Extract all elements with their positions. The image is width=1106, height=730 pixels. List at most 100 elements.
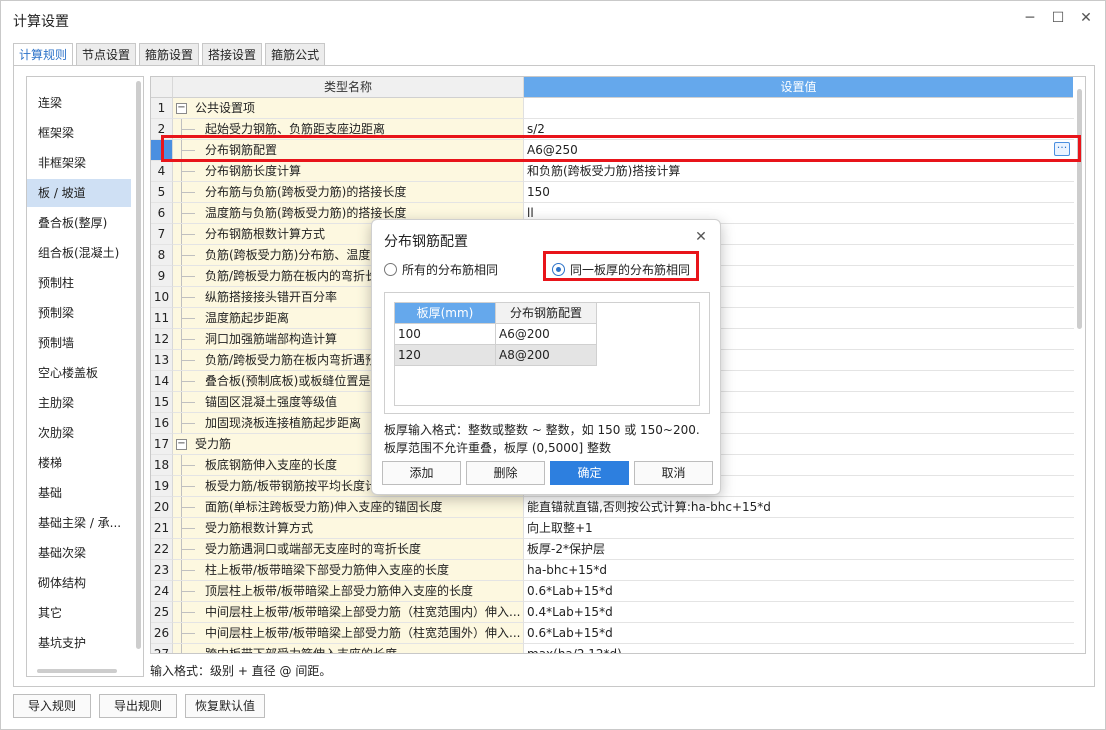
table-row[interactable]: 20 面筋(单标注跨板受力筋)伸入支座的锚固长度 能直锚就直锚,否则按公式计算:ha… — [151, 497, 1074, 518]
setting-value-cell[interactable]: 能直锚就直锚,否则按公式计算:ha-bhc+15*d — [524, 497, 1074, 518]
table-row[interactable]: 21 受力筋根数计算方式 向上取整+1 — [151, 518, 1074, 539]
table-row[interactable]: 1− 公共设置项 — [151, 98, 1074, 119]
radio-all-same-label: 所有的分布筋相同 — [402, 262, 499, 277]
list-item[interactable]: 叠合板(整厚) — [27, 209, 131, 237]
tab-node-settings[interactable]: 节点设置 — [76, 43, 137, 66]
list-item[interactable]: 基坑支护 — [27, 629, 131, 657]
row-number: 1 — [151, 98, 173, 119]
tab-stirrup-settings[interactable]: 箍筋设置 — [139, 43, 200, 66]
setting-value-text: ll — [527, 206, 534, 220]
list-item[interactable]: 板 / 坡道 — [27, 179, 131, 207]
component-list: 连梁 框架梁 非框架梁板 / 坡道 叠合板(整厚) 组合板(混凝土) 预制柱 预制梁 预制墙空… — [26, 76, 144, 677]
radio-all-same-circle[interactable] — [384, 262, 397, 276]
tree-branch — [181, 591, 195, 592]
type-name-text: 温度筋起步距离 — [205, 311, 290, 325]
tree-branch — [181, 633, 195, 634]
setting-value-cell[interactable]: A6@250 ··· — [524, 140, 1074, 161]
type-name-text: 负筋(跨板受力筋)分布筋、温度筋 — [205, 248, 383, 262]
close-icon[interactable]: ✕ — [1073, 7, 1099, 29]
setting-value-cell[interactable]: 0.4*Lab+15*d — [524, 602, 1074, 623]
setting-value-cell[interactable]: 和负筋(跨板受力筋)搭接计算 — [524, 161, 1074, 182]
list-item[interactable]: 基础次梁 — [27, 539, 131, 567]
thickness-cell[interactable]: 100 — [395, 324, 496, 345]
type-name-text: 受力筋遇洞口或端部无支座时的弯折长度 — [205, 542, 422, 556]
config-cell[interactable]: A8@200 — [496, 345, 597, 366]
table-row[interactable]: 22 受力筋遇洞口或端部无支座时的弯折长度 板厚-2*保护层 — [151, 539, 1074, 560]
dialog-close-icon[interactable]: ✕ — [692, 228, 710, 246]
setting-value-cell[interactable]: ha-bhc+15*d — [524, 560, 1074, 581]
tree-branch — [181, 423, 195, 424]
settings-window: 计算设置 ─ ☐ ✕ 计算规则 节点设置 箍筋设置 搭接设置 箍筋公式 连梁 框架… — [0, 0, 1106, 730]
list-item[interactable]: 砌体结构 — [27, 569, 131, 597]
type-name-text: 中间层柱上板带/板带暗梁上部受力筋（柱宽范围外）伸入... — [205, 626, 521, 640]
tree-branch — [181, 507, 195, 508]
grid-scrollbar[interactable] — [1077, 89, 1082, 329]
radio-same-thickness-circle[interactable] — [552, 262, 565, 276]
config-cell[interactable]: A6@200 — [496, 324, 597, 345]
setting-value-cell[interactable]: 0.6*Lab+15*d — [524, 581, 1074, 602]
setting-value-cell[interactable]: 板厚-2*保护层 — [524, 539, 1074, 560]
tab-lap-settings[interactable]: 搭接设置 — [202, 43, 263, 66]
tree-line — [181, 644, 182, 653]
list-item[interactable]: 楼梯 — [27, 449, 131, 477]
setting-value-cell[interactable]: s/2 — [524, 119, 1074, 140]
list-item[interactable]: 组合板(混凝土) — [27, 239, 131, 267]
collapse-icon[interactable]: − — [176, 439, 187, 450]
list-item[interactable]: 空心楼盖板 — [27, 359, 131, 387]
table-row[interactable]: 23 柱上板带/板带暗梁下部受力筋伸入支座的长度 ha-bhc+15*d — [151, 560, 1074, 581]
restore-defaults-button[interactable]: 恢复默认值 — [185, 694, 265, 718]
list-item[interactable]: 次肋梁 — [27, 419, 131, 447]
row-number: 3 — [151, 140, 173, 161]
list-item[interactable]: 预制梁 — [27, 299, 131, 327]
type-name-text: 分布钢筋根数计算方式 — [205, 227, 326, 241]
list-item[interactable]: 预制柱 — [27, 269, 131, 297]
table-row[interactable]: 25 中间层柱上板带/板带暗梁上部受力筋（柱宽范围内）伸入... 0.4*Lab+1… — [151, 602, 1074, 623]
radio-same-thickness[interactable]: 同一板厚的分布筋相同 — [552, 260, 690, 278]
setting-value-cell[interactable]: 向上取整+1 — [524, 518, 1074, 539]
maximize-icon[interactable]: ☐ — [1045, 7, 1071, 29]
list-item[interactable]: 框架梁 — [27, 119, 131, 147]
table-row[interactable]: 5 分布筋与负筋(跨板受力筋)的搭接长度 150 — [151, 182, 1074, 203]
list-item[interactable]: 基础 — [27, 479, 131, 507]
list-item[interactable]: 连梁 — [27, 89, 131, 117]
list-item[interactable]: 其它 — [27, 599, 131, 627]
table-row[interactable]: 26 中间层柱上板带/板带暗梁上部受力筋（柱宽范围外）伸入... 0.6*Lab+1… — [151, 623, 1074, 644]
setting-value-text: 能直锚就直锚,否则按公式计算:ha-bhc+15*d — [527, 500, 771, 514]
more-options-button[interactable]: ··· — [1054, 142, 1070, 156]
tab-calc-rules[interactable]: 计算规则 — [13, 43, 74, 66]
radio-all-same[interactable]: 所有的分布筋相同 — [384, 260, 498, 278]
table-row[interactable]: 2 起始受力钢筋、负筋距支座边距离 s/2 — [151, 119, 1074, 140]
row-number: 15 — [151, 392, 173, 413]
minimize-icon[interactable]: ─ — [1017, 7, 1043, 29]
thickness-cell[interactable]: 120 — [395, 345, 496, 366]
tab-stirrup-formula[interactable]: 箍筋公式 — [265, 43, 326, 66]
type-name-text: 中间层柱上板带/板带暗梁上部受力筋（柱宽范围内）伸入... — [205, 605, 521, 619]
type-name-text: 洞口加强筋端部构造计算 — [205, 332, 338, 346]
type-name-text: 板受力筋/板带钢筋按平均长度计 — [205, 479, 378, 493]
ok-button[interactable]: 确定 — [550, 461, 629, 485]
list-item[interactable]: 主肋梁 — [27, 389, 131, 417]
table-row[interactable]: 4 分布钢筋长度计算 和负筋(跨板受力筋)搭接计算 — [151, 161, 1074, 182]
setting-value-cell[interactable]: max(ha/2,12*d) — [524, 644, 1074, 653]
list-item[interactable]: 非框架梁 — [27, 149, 131, 177]
row-number: 8 — [151, 245, 173, 266]
setting-value-cell[interactable]: 0.6*Lab+15*d — [524, 623, 1074, 644]
delete-button[interactable]: 删除 — [466, 461, 545, 485]
list-item[interactable]: 预制墙 — [27, 329, 131, 357]
import-rules-button[interactable]: 导入规则 — [13, 694, 91, 718]
list-hscrollbar[interactable] — [37, 669, 117, 673]
setting-value-cell[interactable]: 150 — [524, 182, 1074, 203]
table-row[interactable]: 3 分布钢筋配置 A6@250 ··· — [151, 140, 1074, 161]
list-item[interactable]: 基础主梁 / 承... — [27, 509, 131, 537]
export-rules-button[interactable]: 导出规则 — [99, 694, 177, 718]
table-row[interactable]: 24 顶层柱上板带/板带暗梁上部受力筋伸入支座的长度 0.6*Lab+15*d — [151, 581, 1074, 602]
header-setting-value: 设置值 — [524, 77, 1074, 98]
setting-value-cell[interactable] — [524, 98, 1074, 119]
table-row[interactable]: 27 跨中板带下部受力筋伸入支座的长度 max(ha/2,12*d) — [151, 644, 1074, 653]
cancel-button[interactable]: 取消 — [634, 461, 713, 485]
tree-branch — [181, 360, 195, 361]
list-scrollbar[interactable] — [136, 81, 141, 649]
add-button[interactable]: 添加 — [382, 461, 461, 485]
type-name-text: 板底钢筋伸入支座的长度 — [205, 458, 338, 472]
collapse-icon[interactable]: − — [176, 103, 187, 114]
